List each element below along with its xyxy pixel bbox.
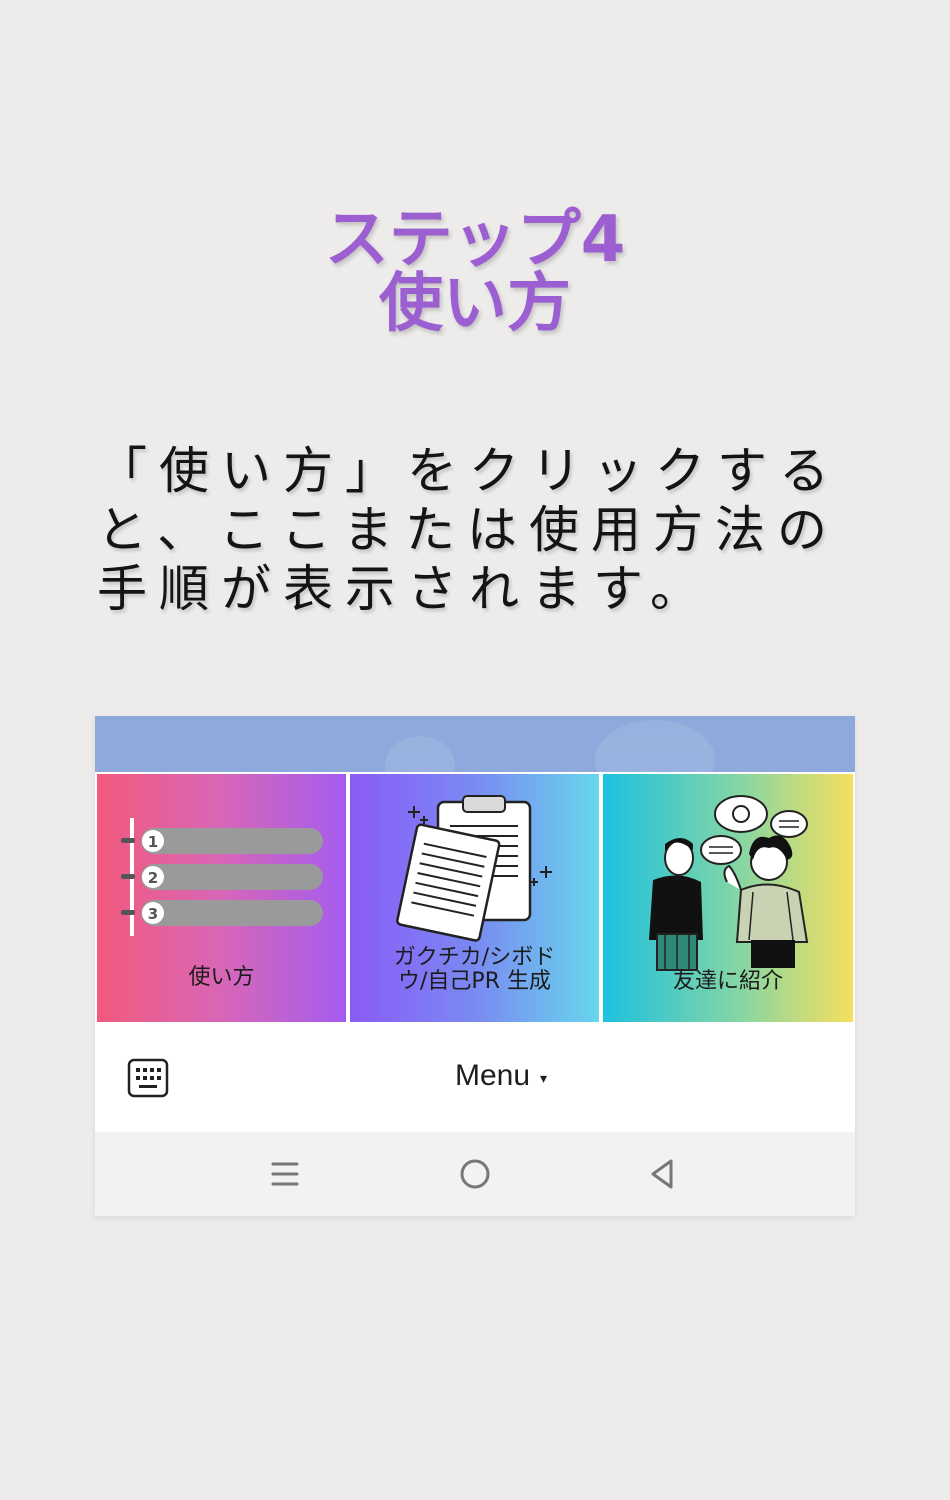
system-navigation-bar: [95, 1132, 855, 1216]
home-circle-icon[interactable]: [457, 1156, 493, 1192]
rich-menu-usage-tile[interactable]: 1 2 3 使い方: [97, 774, 346, 1022]
menu-label: Menu: [455, 1059, 531, 1092]
back-triangle-icon[interactable]: [645, 1156, 681, 1192]
description-line2: と、ここまたは使用方法の: [97, 501, 839, 559]
description-line1: 「使い方」をクリックする: [97, 442, 841, 500]
step-title-line1: ステップ4: [324, 203, 626, 277]
rich-menu-generate-tile[interactable]: ガクチカ/シボド ウ/自己PR 生成: [350, 774, 599, 1022]
keyboard-icon[interactable]: [127, 1058, 169, 1098]
chevron-down-icon: ▾: [540, 1069, 548, 1086]
description-line3: 手順が表示されます。: [97, 560, 712, 618]
step-description: 「使い方」をクリックする と、ここまたは使用方法の 手順が表示されます。: [97, 442, 857, 619]
menu-toggle-button[interactable]: Menu ▾: [455, 1054, 547, 1098]
svg-text:2: 2: [148, 869, 158, 887]
menu-lines-icon[interactable]: [267, 1156, 303, 1192]
tile-label: 友達に紹介: [672, 969, 783, 994]
svg-text:1: 1: [148, 833, 158, 851]
rich-menu: 1 2 3 使い方 ガクチカ/シボド ウ/自己PR 生成 友達に紹介: [95, 772, 855, 1024]
step-title-line2: 使い方: [379, 267, 571, 341]
tile-label: 使い方: [188, 965, 255, 990]
step-title: ステップ4 使い方: [0, 208, 950, 336]
svg-text:3: 3: [148, 905, 158, 923]
chat-background-strip: [95, 716, 855, 800]
app-screenshot: 1 2 3 使い方 ガクチカ/シボド ウ/自己PR 生成 友達に紹介 Menu …: [95, 716, 855, 1216]
rich-menu-bar: Menu ▾: [95, 1024, 855, 1132]
tile-label: ガクチカ/シボド ウ/自己PR 生成: [393, 945, 556, 994]
rich-menu-share-tile[interactable]: 友達に紹介: [603, 774, 853, 1022]
